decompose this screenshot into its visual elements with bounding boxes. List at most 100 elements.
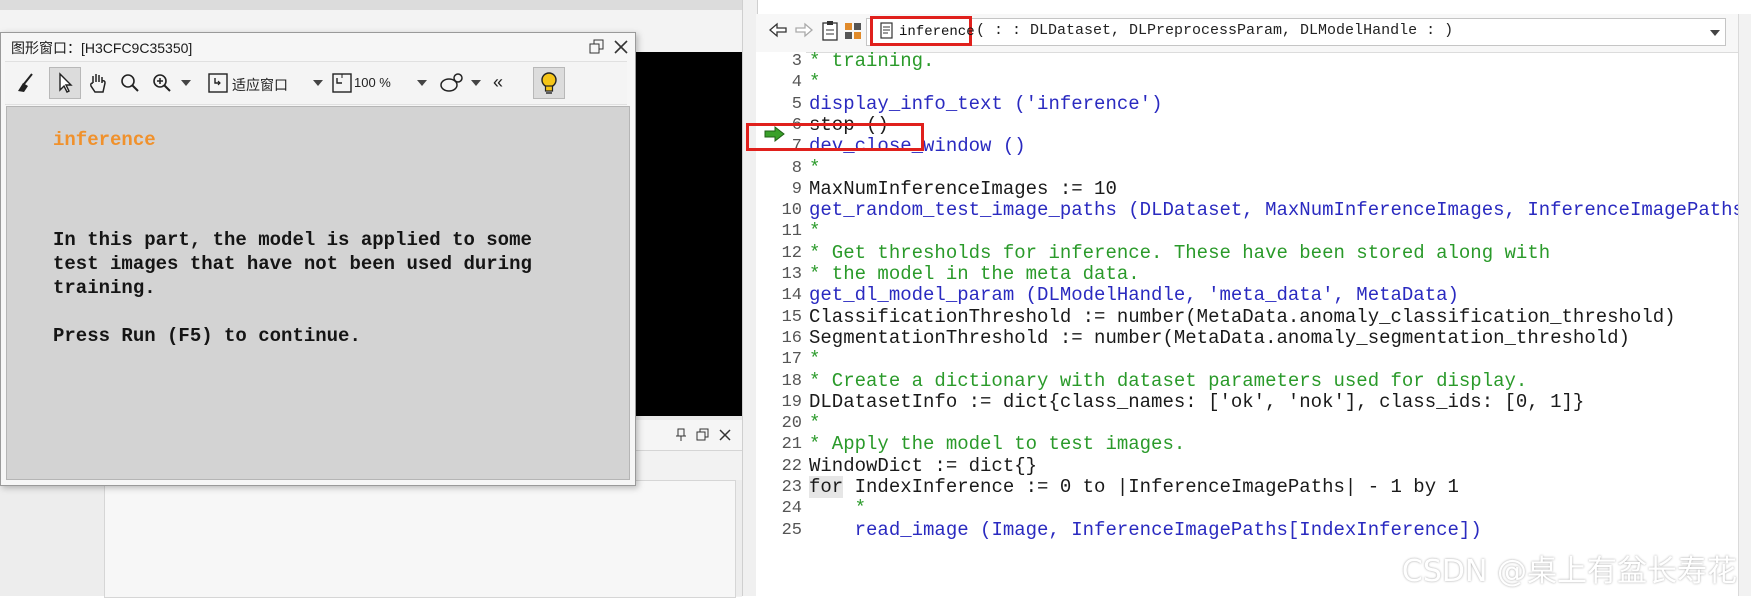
chevron-down-icon[interactable]: [1710, 30, 1720, 36]
code-line[interactable]: * Get thresholds for inference. These ha…: [809, 242, 1550, 264]
restore-icon[interactable]: [696, 428, 710, 447]
select-pointer-icon[interactable]: [49, 67, 81, 99]
collapse-toolbar-icon[interactable]: «: [493, 72, 503, 93]
line-number[interactable]: 3: [760, 52, 802, 71]
code-text: MaxNumInferenceImages := 10: [809, 177, 1117, 200]
code-line[interactable]: get_random_test_image_paths (DLDataset, …: [809, 199, 1751, 221]
code-line[interactable]: WindowDict := dict{}: [809, 455, 1037, 477]
line-number[interactable]: 22: [760, 457, 802, 476]
code-text: SegmentationThreshold := number(MetaData…: [809, 326, 1630, 349]
line-number[interactable]: 16: [760, 329, 802, 348]
code-keyword: for: [809, 476, 844, 498]
draw-region-icon[interactable]: [437, 68, 467, 98]
message-line: Press Run (F5) to continue.: [53, 325, 361, 347]
back-arrow-icon[interactable]: [768, 21, 788, 44]
code-line[interactable]: *: [809, 497, 866, 519]
code-line[interactable]: MaxNumInferenceImages := 10: [809, 178, 1117, 200]
restore-icon[interactable]: [589, 39, 605, 60]
code-comment: *: [809, 156, 821, 179]
code-line[interactable]: read_image (Image, InferenceImagePaths[I…: [809, 519, 1482, 541]
code-line[interactable]: for IndexInference := 0 to |InferenceIma…: [809, 476, 1459, 498]
code-comment: *: [809, 348, 821, 371]
code-line[interactable]: *: [809, 157, 820, 179]
line-number[interactable]: 14: [760, 286, 802, 305]
code-line[interactable]: * Apply the model to test images.: [809, 433, 1185, 455]
code-line[interactable]: ClassificationThreshold := number(MetaDa…: [809, 306, 1676, 328]
code-operator: get_dl_model_param: [809, 284, 1015, 307]
lower-panel-content: [104, 480, 736, 598]
zoom-frame-icon[interactable]: [327, 68, 357, 98]
code-line[interactable]: get_dl_model_param (DLModelHandle, 'meta…: [809, 284, 1459, 306]
line-number[interactable]: 18: [760, 372, 802, 391]
procedure-icon: [879, 22, 895, 45]
code-comment: * Get thresholds for inference. These ha…: [809, 241, 1551, 264]
forward-arrow-icon[interactable]: [794, 21, 814, 44]
line-number[interactable]: 9: [760, 180, 802, 199]
line-number[interactable]: 15: [760, 308, 802, 327]
chevron-down-icon[interactable]: [417, 80, 427, 86]
procedure-name-highlight: inference: [870, 16, 975, 46]
line-number[interactable]: 5: [760, 95, 802, 114]
code-line[interactable]: *: [809, 71, 820, 93]
lightbulb-icon[interactable]: [533, 67, 565, 99]
line-number[interactable]: 10: [760, 201, 802, 220]
code-text: (DLModelHandle, 'meta_data', MetaData): [1014, 284, 1459, 307]
code-text: IndexInference := 0 to |InferenceImagePa…: [843, 476, 1459, 498]
line-number[interactable]: 25: [760, 521, 802, 540]
line-number[interactable]: 24: [760, 499, 802, 518]
code-comment: * Apply the model to test images.: [809, 433, 1186, 456]
program-counter-arrow-icon: [764, 125, 786, 147]
pin-icon[interactable]: [674, 428, 688, 447]
code-line[interactable]: display_info_text ('inference'): [809, 93, 1162, 115]
line-number[interactable]: 12: [760, 244, 802, 263]
code-text: DLDatasetInfo := dict{class_names: ['ok'…: [809, 390, 1585, 413]
code-text: ('inference'): [1002, 92, 1163, 115]
code-line[interactable]: * training.: [809, 50, 934, 72]
code-line[interactable]: DLDatasetInfo := dict{class_names: ['ok'…: [809, 391, 1584, 413]
chevron-down-icon[interactable]: [181, 80, 191, 86]
graphics-window-titlebar[interactable]: 图形窗口：[H3CFC9C35350]: [1, 33, 635, 59]
line-number[interactable]: 17: [760, 350, 802, 369]
code-comment: * the model in the meta data.: [809, 263, 1140, 285]
chevron-down-icon[interactable]: [471, 80, 481, 86]
code-operator: read_image: [854, 518, 969, 541]
code-line[interactable]: *: [809, 220, 820, 242]
line-number[interactable]: 11: [760, 222, 802, 241]
variable-panel-bar: [634, 420, 742, 451]
hand-pan-icon[interactable]: [83, 68, 113, 98]
grid-icon[interactable]: [844, 22, 862, 45]
fit-window-icon[interactable]: [203, 68, 233, 98]
code-operator: display_info_text: [809, 92, 1003, 115]
line-number[interactable]: 23: [760, 478, 802, 497]
line-number[interactable]: 8: [760, 159, 802, 178]
code-line[interactable]: SegmentationThreshold := number(MetaData…: [809, 327, 1630, 349]
fit-window-label[interactable]: 适应窗口: [232, 75, 288, 95]
message-heading: inference: [53, 129, 156, 151]
line-number[interactable]: 13: [760, 265, 802, 284]
clipboard-icon[interactable]: [820, 20, 840, 47]
code-comment: *: [809, 497, 867, 520]
code-comment: *: [809, 412, 821, 435]
line-number[interactable]: 4: [760, 73, 802, 92]
close-icon[interactable]: [613, 39, 629, 60]
zoom-value[interactable]: 100 %: [354, 75, 391, 90]
search-zoom-icon[interactable]: [115, 68, 145, 98]
zoom-in-icon[interactable]: [147, 68, 177, 98]
clear-window-icon[interactable]: [11, 68, 41, 98]
code-line[interactable]: *: [809, 348, 820, 370]
message-line: test images that have not been used duri…: [53, 253, 532, 275]
line-number[interactable]: 19: [760, 393, 802, 412]
line-number[interactable]: 20: [760, 414, 802, 433]
graphics-window-toolbar: 适应窗口 100 % «: [5, 61, 627, 105]
line-number[interactable]: 21: [760, 435, 802, 454]
message-line: training.: [53, 277, 156, 299]
close-icon[interactable]: [718, 428, 732, 447]
code-comment: * Create a dictionary with dataset param…: [809, 369, 1528, 392]
code-line[interactable]: * Create a dictionary with dataset param…: [809, 370, 1527, 392]
vertical-scrollbar[interactable]: [1738, 14, 1751, 596]
procedure-signature: ( : : DLDataset, DLPreprocessParam, DLMo…: [976, 22, 1454, 39]
code-line[interactable]: *: [809, 412, 820, 434]
code-line[interactable]: * the model in the meta data.: [809, 263, 1140, 285]
graphics-canvas-black: [634, 52, 742, 416]
chevron-down-icon[interactable]: [313, 80, 323, 86]
